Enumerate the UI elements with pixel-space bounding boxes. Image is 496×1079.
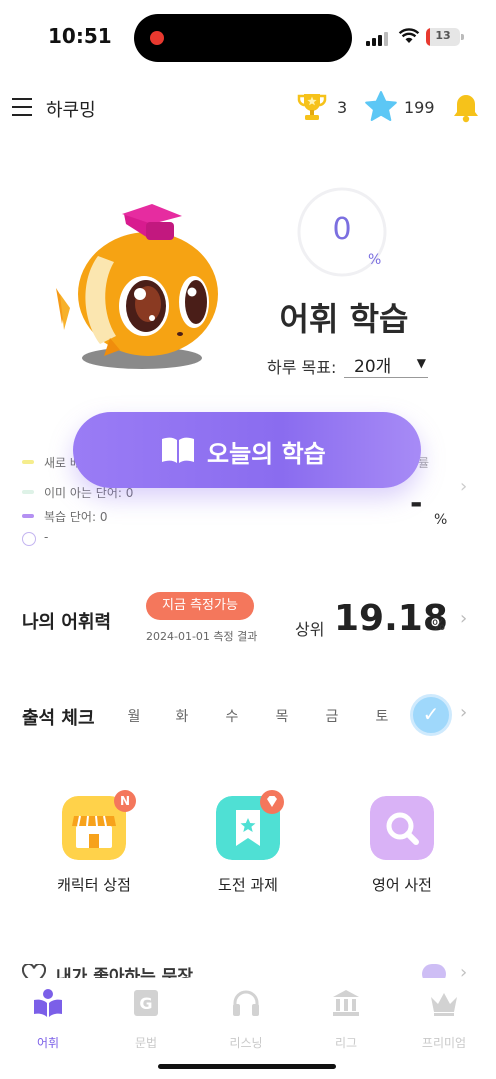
gem-badge-icon: [260, 790, 284, 814]
star-icon[interactable]: [364, 90, 398, 124]
stat-rate-unit: %: [434, 512, 448, 528]
svg-text:G: G: [139, 994, 152, 1013]
search-icon: [370, 796, 434, 860]
trophy-icon[interactable]: [296, 92, 328, 122]
tab-grammar[interactable]: G 문법: [101, 986, 191, 1050]
attendance-title[interactable]: 출석 체크: [22, 704, 95, 730]
vocab-measure-date: 2024-01-01 측정 결과: [146, 630, 258, 643]
challenge-label: 도전 과제: [218, 876, 278, 894]
dictionary-tile[interactable]: 영어 사전: [332, 796, 472, 896]
app-title: 하쿠밍: [46, 100, 96, 121]
attendance-day: 월: [127, 709, 141, 725]
tab-vocabulary[interactable]: 어휘: [3, 986, 93, 1050]
daily-goal-value: 20개: [354, 357, 392, 377]
book-person-icon: [34, 989, 62, 1017]
today-study-label: 오늘의 학습: [207, 440, 326, 468]
book-icon: [162, 437, 194, 463]
dynamic-island: [134, 14, 352, 62]
clock-icon: [22, 532, 36, 546]
vocab-rank-unit: %: [432, 618, 446, 634]
progress-value: 0: [332, 212, 352, 247]
new-badge: N: [114, 790, 136, 812]
stat-rate: -: [410, 486, 423, 521]
tab-listening-label: 리스닝: [229, 1036, 263, 1050]
home-indicator[interactable]: [158, 1064, 336, 1069]
progress-unit: %: [368, 252, 382, 268]
attendance-check-icon[interactable]: ✓: [410, 694, 452, 736]
fish-mascot-illustration: [56, 204, 218, 369]
tab-league-label: 리그: [334, 1036, 358, 1050]
chevron-right-icon[interactable]: ›: [460, 608, 467, 629]
character-shop-label: 캐릭터 상점: [57, 876, 131, 894]
tab-listening[interactable]: 리스닝: [201, 986, 291, 1050]
measure-now-badge[interactable]: 지금 측정가능: [146, 592, 254, 620]
building-icon: [333, 990, 359, 1016]
daily-goal-label: 하루 목표:: [267, 358, 337, 377]
trophy-count: 3: [337, 98, 348, 117]
challenge-tile[interactable]: 도전 과제: [178, 790, 318, 896]
chevron-right-icon[interactable]: ›: [460, 476, 467, 497]
wifi-icon: [398, 28, 420, 43]
grammar-book-icon: G: [134, 990, 158, 1016]
menu-icon[interactable]: [12, 98, 32, 116]
stat-time: -: [44, 530, 49, 544]
vocab-rank-value: 19.18: [334, 598, 448, 639]
daily-goal-dropdown[interactable]: 20개 ▼: [344, 346, 428, 378]
tab-vocabulary-label: 어휘: [36, 1036, 60, 1050]
tab-league[interactable]: 리그: [301, 986, 391, 1050]
attendance-day: 토: [375, 709, 389, 725]
attendance-day: 수: [225, 709, 239, 725]
character-shop-tile[interactable]: N 캐릭터 상점: [24, 790, 164, 896]
battery-level: 13: [435, 29, 451, 42]
attendance-day: 목: [275, 709, 289, 725]
vocab-rank-label: 상위: [295, 620, 325, 639]
app-header: 하쿠밍 3 199: [0, 80, 496, 136]
tab-premium[interactable]: 프리미엄: [399, 986, 489, 1050]
page-title: 어휘 학습: [279, 300, 409, 338]
battery-icon: 13: [426, 28, 460, 46]
attendance-day: 금: [325, 709, 339, 725]
caret-down-icon: ▼: [416, 356, 426, 370]
cellular-signal-icon: [366, 30, 390, 46]
tab-premium-label: 프리미엄: [421, 1036, 467, 1050]
dictionary-label: 영어 사전: [372, 876, 432, 894]
vocab-level-title[interactable]: 나의 어휘력: [22, 608, 111, 634]
crown-icon: [431, 993, 457, 1016]
status-time: 10:51: [48, 24, 112, 48]
status-bar: 10:51 13: [0, 0, 496, 76]
chevron-right-icon[interactable]: ›: [460, 702, 467, 723]
attendance-day: 화: [175, 709, 189, 725]
today-study-button[interactable]: 오늘의 학습: [73, 412, 421, 488]
bell-icon[interactable]: [452, 92, 480, 124]
star-count: 199: [404, 98, 435, 117]
recording-indicator-icon: [150, 31, 164, 45]
headphones-icon: [233, 990, 259, 1016]
tab-grammar-label: 문법: [134, 1036, 158, 1050]
